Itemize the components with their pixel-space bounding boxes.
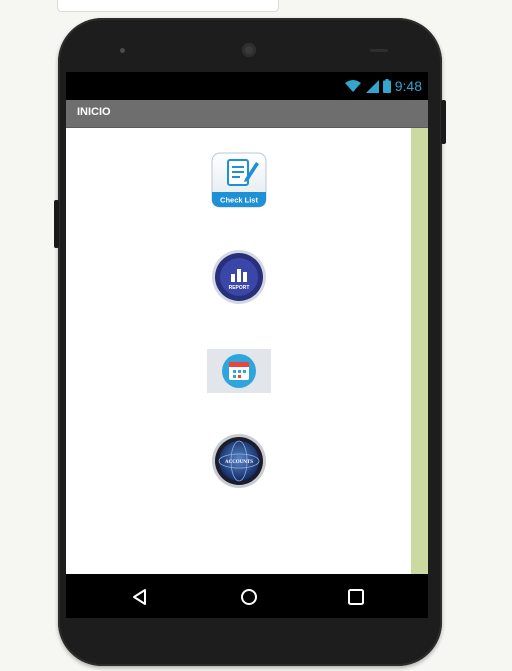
- globe-icon: ACCOUNTS: [212, 434, 266, 488]
- reports-button[interactable]: REPORT: [211, 249, 267, 305]
- window-tab: [57, 0, 279, 12]
- calendar-button[interactable]: [207, 349, 271, 393]
- power-button: [441, 100, 446, 144]
- volume-button: [54, 200, 59, 248]
- checklist-button[interactable]: Check List: [211, 152, 267, 208]
- screen-content: Check List REPORT ACCOUNTS: [66, 128, 411, 574]
- screen-side-strip: [411, 128, 428, 574]
- home-button[interactable]: [237, 585, 261, 609]
- signal-icon: [365, 79, 379, 93]
- bar-chart-icon: REPORT: [212, 250, 266, 304]
- status-icons: 9:48: [344, 77, 422, 95]
- checklist-label: Check List: [220, 196, 258, 205]
- back-button[interactable]: [128, 585, 152, 609]
- back-icon: [133, 589, 146, 605]
- recents-button[interactable]: [344, 585, 368, 609]
- battery-icon: [382, 79, 391, 93]
- accounts-label: ACCOUNTS: [225, 460, 253, 465]
- status-time: 9:48: [394, 78, 422, 94]
- navigation-bar: [66, 574, 428, 618]
- sensor: [370, 49, 388, 52]
- recents-icon: [348, 589, 364, 605]
- speaker-dot: [120, 48, 125, 53]
- home-icon: [241, 589, 257, 605]
- calendar-icon: [222, 354, 256, 388]
- wifi-icon: [344, 80, 361, 92]
- reports-label: REPORT: [229, 285, 250, 291]
- phone-screen: 9:48 INICIO Check List REPORT ACCOUNTS: [66, 72, 428, 618]
- accounts-button[interactable]: ACCOUNTS: [211, 433, 267, 489]
- screen-title: INICIO: [77, 106, 111, 118]
- app-title-bar: INICIO: [66, 100, 428, 128]
- camera-icon: [242, 43, 256, 57]
- status-bar: 9:48: [66, 72, 428, 100]
- checklist-icon: Check List: [211, 152, 267, 208]
